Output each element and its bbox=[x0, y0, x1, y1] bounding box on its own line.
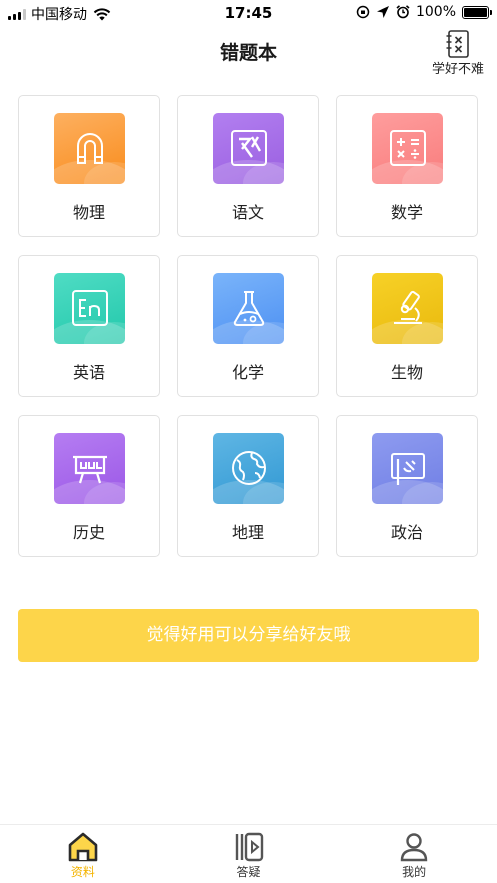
flag-icon bbox=[391, 453, 425, 485]
subject-label: 英语 bbox=[72, 363, 105, 382]
subject-card-biology[interactable]: 生物 bbox=[336, 255, 478, 397]
location-icon bbox=[376, 6, 389, 18]
orientation-lock-icon bbox=[356, 5, 370, 19]
share-button[interactable]: 觉得好用可以分享给好友哦 bbox=[18, 609, 479, 662]
screen: 中国移动 17:45 100% 错题本 学好不难 物理 语文 数学 英语 化学 … bbox=[0, 0, 497, 883]
subject-label: 政治 bbox=[390, 523, 423, 542]
translate-icon bbox=[231, 130, 267, 166]
subject-tile bbox=[372, 273, 443, 344]
page-title: 错题本 bbox=[219, 42, 277, 64]
status-bar: 中国移动 17:45 100% bbox=[0, 0, 497, 26]
subject-tile bbox=[213, 273, 284, 344]
video-icon bbox=[235, 832, 263, 862]
home-icon bbox=[68, 832, 98, 862]
tab-qa[interactable]: 答疑 bbox=[166, 825, 332, 883]
battery-percent: 100% bbox=[415, 4, 456, 20]
subject-card-english[interactable]: 英语 bbox=[18, 255, 160, 397]
subject-tile bbox=[213, 433, 284, 504]
subject-label: 化学 bbox=[231, 363, 264, 382]
subject-tile bbox=[213, 113, 284, 184]
wrong-notebook-icon bbox=[446, 30, 469, 58]
flask-icon bbox=[233, 291, 265, 326]
history-board-icon bbox=[73, 455, 107, 484]
subject-label: 数学 bbox=[390, 203, 423, 222]
subject-tile bbox=[372, 433, 443, 504]
subject-tile bbox=[372, 113, 443, 184]
alarm-icon bbox=[396, 5, 410, 19]
subject-card-politics[interactable]: 政治 bbox=[336, 415, 478, 557]
battery-icon bbox=[462, 5, 492, 19]
header-action-button[interactable]: 学好不难 bbox=[427, 30, 489, 77]
subject-label: 历史 bbox=[72, 523, 105, 542]
tab-bar: 资料 答疑 我的 bbox=[0, 824, 497, 883]
nav-header: 错题本 学好不难 bbox=[0, 26, 497, 77]
tab-label: 资料 bbox=[70, 865, 95, 879]
calculator-icon bbox=[390, 130, 426, 166]
subject-card-math[interactable]: 数学 bbox=[336, 95, 478, 237]
subject-tile bbox=[54, 273, 125, 344]
subject-label: 地理 bbox=[231, 523, 264, 542]
subject-card-chinese[interactable]: 语文 bbox=[177, 95, 319, 237]
subject-card-history[interactable]: 历史 bbox=[18, 415, 160, 557]
english-icon bbox=[72, 290, 108, 326]
subject-card-physics[interactable]: 物理 bbox=[18, 95, 160, 237]
subject-label: 语文 bbox=[231, 203, 264, 222]
subject-grid: 物理 语文 数学 英语 化学 生物 历史 地理 政治 bbox=[18, 95, 479, 557]
subject-card-chemistry[interactable]: 化学 bbox=[177, 255, 319, 397]
subject-tile bbox=[54, 433, 125, 504]
globe-icon bbox=[232, 451, 266, 485]
tab-label: 我的 bbox=[402, 865, 427, 879]
tab-label: 答疑 bbox=[236, 865, 261, 879]
header-action-label: 学好不难 bbox=[431, 62, 484, 77]
tab-materials[interactable]: 资料 bbox=[0, 825, 166, 883]
magnet-icon bbox=[77, 133, 103, 164]
microscope-icon bbox=[394, 290, 422, 324]
tab-mine[interactable]: 我的 bbox=[331, 825, 497, 883]
subject-label: 生物 bbox=[390, 363, 423, 382]
subject-card-geography[interactable]: 地理 bbox=[177, 415, 319, 557]
subject-label: 物理 bbox=[72, 203, 105, 222]
user-icon bbox=[400, 833, 428, 862]
subject-tile bbox=[54, 113, 125, 184]
status-right: 100% bbox=[356, 4, 492, 20]
